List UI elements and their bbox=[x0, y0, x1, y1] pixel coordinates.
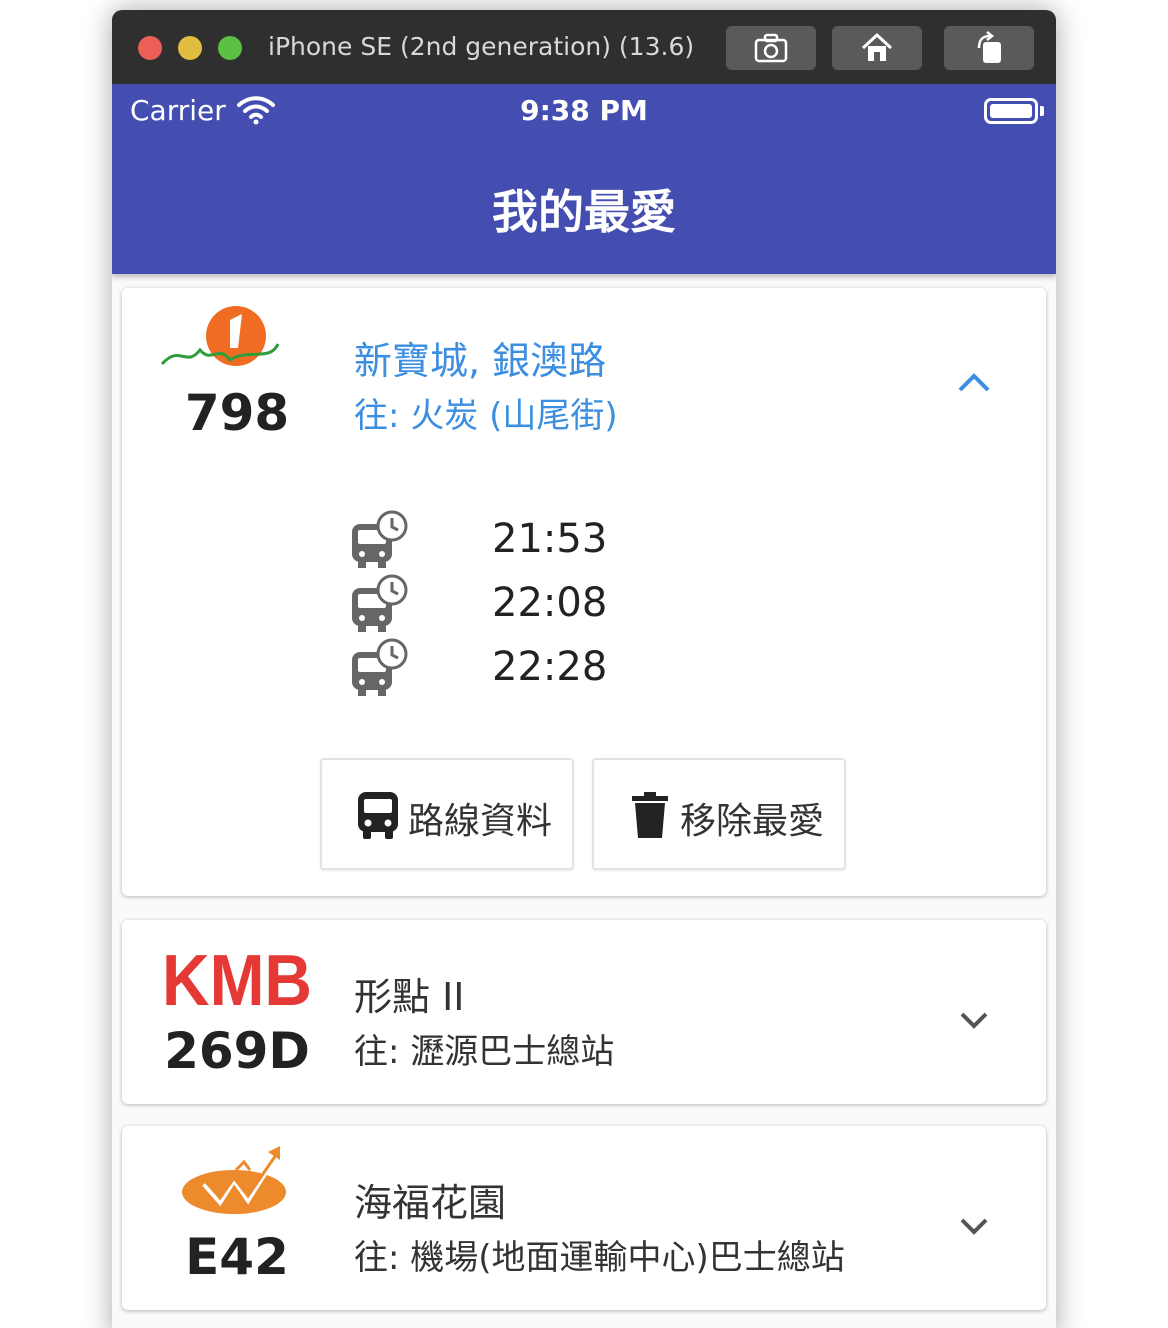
kmb-logo: KMB bbox=[162, 941, 312, 1020]
zoom-window-button[interactable] bbox=[218, 36, 242, 60]
minimize-window-button[interactable] bbox=[178, 36, 202, 60]
ios-status-bar: Carrier 9:38 PM bbox=[112, 84, 1056, 140]
bus-clock-icon bbox=[352, 638, 408, 696]
trash-icon bbox=[632, 792, 668, 838]
status-time: 9:38 PM bbox=[520, 94, 648, 127]
favorite-card[interactable]: E42 海福花園 往: 機場(地面運輸中心)巴士總站 bbox=[122, 1126, 1046, 1310]
favorite-card[interactable]: KMB 269D 形點 II 往: 瀝源巴士總站 bbox=[122, 920, 1046, 1104]
route-number: E42 bbox=[185, 1228, 289, 1286]
chevron-down-icon[interactable] bbox=[954, 1206, 994, 1246]
chevron-down-icon[interactable] bbox=[954, 1000, 994, 1040]
home-icon bbox=[861, 33, 893, 61]
destination: 往: 機場(地面運輸中心)巴士總站 bbox=[354, 1238, 845, 1278]
rotate-icon bbox=[977, 31, 1001, 63]
simulator-window: iPhone SE (2nd generation) (13.6) Carrie… bbox=[112, 10, 1056, 1328]
home-button[interactable] bbox=[832, 26, 922, 70]
page-title: 我的最愛 bbox=[492, 185, 676, 239]
route-info-button[interactable]: 路線資料 bbox=[320, 758, 574, 870]
app-bar: 我的最愛 bbox=[112, 140, 1056, 274]
screenshot-button[interactable] bbox=[726, 26, 816, 70]
remove-favorite-label: 移除最愛 bbox=[680, 801, 825, 842]
screenshot-icon bbox=[754, 33, 788, 63]
destination: 往: 火炭 (山尾街) bbox=[354, 396, 618, 436]
route-number: 269D bbox=[164, 1022, 310, 1080]
remove-favorite-button[interactable]: 移除最愛 bbox=[592, 758, 846, 870]
simulator-title: iPhone SE (2nd generation) (13.6) bbox=[268, 32, 695, 61]
bus-clock-icon bbox=[352, 510, 408, 568]
svg-text:KMB: KMB bbox=[162, 941, 312, 1020]
bus-icon bbox=[358, 792, 398, 839]
eta-row: 21:53 bbox=[350, 510, 650, 570]
route-number: 798 bbox=[184, 384, 290, 442]
simulator-titlebar: iPhone SE (2nd generation) (13.6) bbox=[112, 10, 1056, 84]
stop-name: 新寶城, 銀澳路 bbox=[354, 339, 607, 383]
eta-row: 22:28 bbox=[350, 638, 650, 698]
eta-time: 22:28 bbox=[492, 644, 608, 690]
destination: 往: 瀝源巴士總站 bbox=[354, 1032, 615, 1072]
rotate-button[interactable] bbox=[944, 26, 1034, 70]
bus-clock-icon bbox=[352, 574, 408, 632]
eta-time: 22:08 bbox=[492, 580, 608, 626]
battery-icon bbox=[984, 98, 1038, 124]
favorite-card[interactable]: 798 新寶城, 銀澳路 往: 火炭 (山尾街) 21:53 22:08 22:… bbox=[122, 288, 1046, 896]
long-win-logo bbox=[182, 1146, 286, 1214]
close-window-button[interactable] bbox=[138, 36, 162, 60]
stop-name: 形點 II bbox=[354, 975, 465, 1019]
eta-row: 22:08 bbox=[350, 574, 650, 634]
citybus-logo bbox=[160, 306, 280, 366]
battery-tip bbox=[1040, 106, 1044, 116]
stop-name: 海福花園 bbox=[354, 1181, 507, 1225]
eta-time: 21:53 bbox=[492, 516, 608, 562]
route-info-label: 路線資料 bbox=[408, 801, 553, 842]
chevron-up-icon[interactable] bbox=[954, 364, 994, 404]
